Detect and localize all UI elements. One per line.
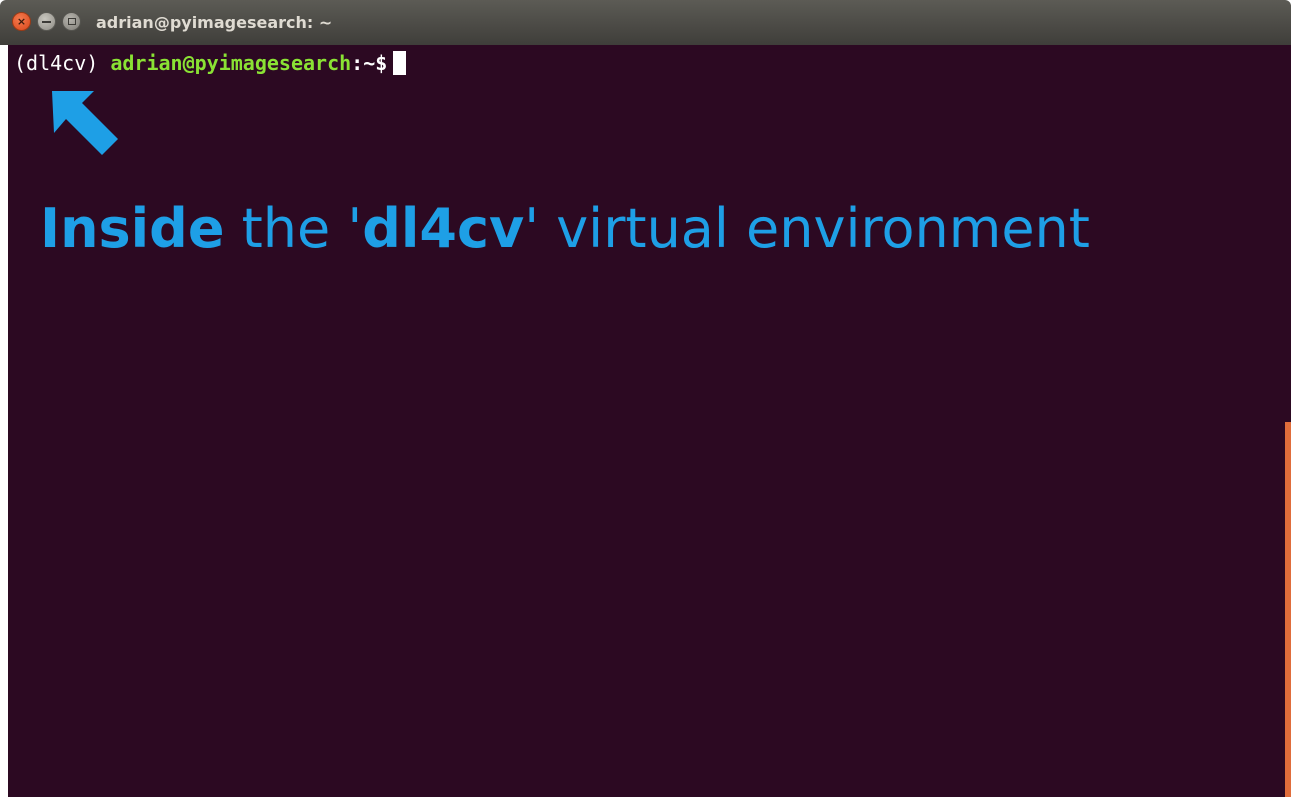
terminal-area[interactable]: (dl4cv) adrian@pyimagesearch:~$ Inside t… xyxy=(8,45,1291,797)
virtualenv-name: (dl4cv) xyxy=(14,51,99,75)
scrollbar[interactable] xyxy=(1285,422,1291,797)
minimize-icon xyxy=(42,20,51,23)
terminal-window: × adrian@pyimagesearch: ~ (dl4cv) adrian… xyxy=(0,0,1291,797)
close-icon: × xyxy=(16,15,27,28)
window-border xyxy=(0,45,8,797)
arrow-up-left-icon xyxy=(52,91,118,155)
annotation-env-name: dl4cv xyxy=(362,197,525,260)
maximize-icon xyxy=(67,18,76,25)
annotation-inside: Inside xyxy=(40,197,225,260)
prompt-path: :~$ xyxy=(351,51,388,75)
prompt-user-host: adrian@pyimagesearch xyxy=(110,51,352,75)
annotation-text: Inside the 'dl4cv' virtual environment xyxy=(40,197,1090,260)
window-title: adrian@pyimagesearch: ~ xyxy=(96,13,333,32)
maximize-button[interactable] xyxy=(62,12,81,31)
text-cursor xyxy=(393,51,407,75)
title-bar[interactable]: × adrian@pyimagesearch: ~ xyxy=(0,0,1291,45)
annotation-rest: ' virtual environment xyxy=(524,197,1090,260)
minimize-button[interactable] xyxy=(37,12,56,31)
close-button[interactable]: × xyxy=(12,12,31,31)
shell-prompt: (dl4cv) adrian@pyimagesearch:~$ xyxy=(14,51,407,75)
annotation-the: the ' xyxy=(224,197,363,260)
